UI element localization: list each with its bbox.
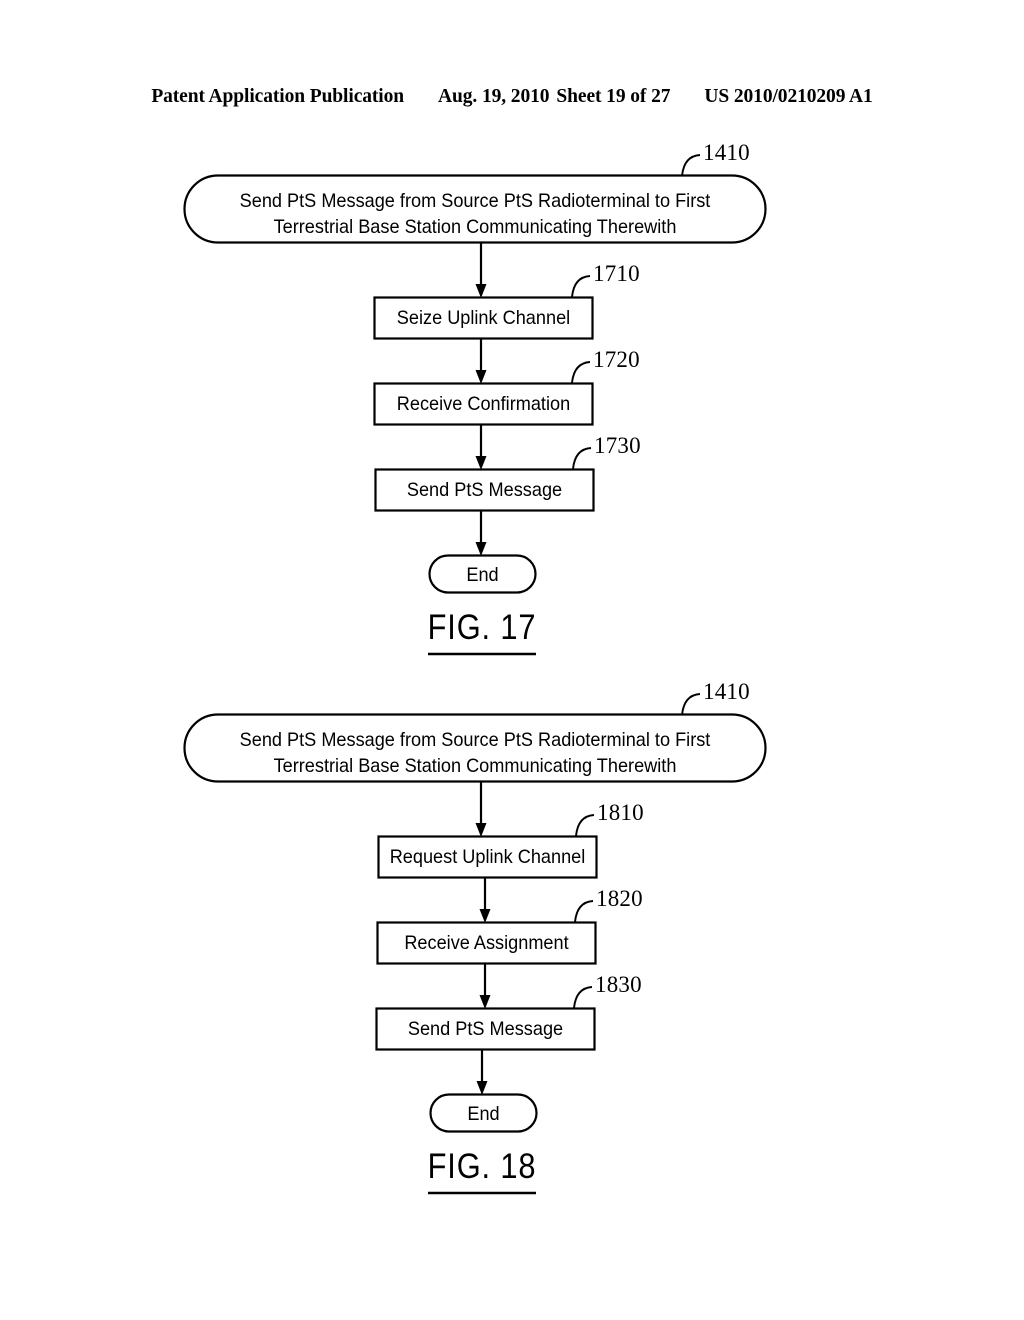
fig18-step2-leader xyxy=(574,900,594,923)
fig18-step2-ref: 1820 xyxy=(596,886,643,911)
figure-17: Send PtS Message from Source PtS Radiote… xyxy=(0,130,1024,675)
fig18-end-label: End xyxy=(467,1103,500,1125)
header-patent-number: US 2010/0210209 A1 xyxy=(704,86,873,107)
fig18-step2-label: Receive Assignment xyxy=(404,932,569,954)
header-publication-title: Patent Application Publication xyxy=(151,86,405,107)
fig17-end-label: End xyxy=(466,564,499,586)
fig17-step1-leader xyxy=(571,275,591,298)
header-date: Aug. 19, 2010 xyxy=(438,86,550,107)
fig18-arrowhead-3 xyxy=(479,995,491,1009)
figure-18: Send PtS Message from Source PtS Radiote… xyxy=(0,672,1024,1217)
fig17-step3-label: Send PtS Message xyxy=(406,479,563,501)
fig18-step1-leader xyxy=(575,814,595,837)
fig17-step2-ref: 1720 xyxy=(593,347,640,372)
fig17-step3-ref: 1730 xyxy=(594,433,641,458)
fig17-step2-leader xyxy=(571,361,591,384)
fig17-step3-leader xyxy=(572,447,592,470)
fig17-arrowhead-4 xyxy=(475,542,487,556)
fig18-step3-label: Send PtS Message xyxy=(407,1018,564,1040)
fig18-arrowhead-4 xyxy=(476,1081,488,1095)
fig17-start-label: Send PtS Message from Source PtS Radiote… xyxy=(239,190,711,238)
fig17-start-ref: 1410 xyxy=(703,140,750,165)
fig17-start-leader xyxy=(681,154,701,177)
fig18-arrowhead-1 xyxy=(475,823,487,837)
fig18-arrowhead-2 xyxy=(479,909,491,923)
fig18-step3-ref: 1830 xyxy=(595,972,642,997)
fig17-step1-ref: 1710 xyxy=(593,261,640,286)
fig17-arrowhead-1 xyxy=(475,284,487,298)
fig18-step1-ref: 1810 xyxy=(597,800,644,825)
header-sheet-number: Sheet 19 of 27 xyxy=(556,86,671,107)
fig18-start-ref: 1410 xyxy=(703,679,750,704)
fig17-step2-label: Receive Confirmation xyxy=(396,393,571,415)
fig18-start-label: Send PtS Message from Source PtS Radiote… xyxy=(239,729,711,777)
fig18-step1-label: Request Uplink Channel xyxy=(389,846,586,868)
fig17-step1-label: Seize Uplink Channel xyxy=(396,307,571,329)
fig17-caption: FIG. 17 xyxy=(427,608,537,647)
fig17-arrowhead-3 xyxy=(475,456,487,470)
fig18-caption: FIG. 18 xyxy=(427,1147,537,1186)
fig17-arrowhead-2 xyxy=(475,370,487,384)
fig18-step3-leader xyxy=(573,986,593,1009)
fig18-start-leader xyxy=(681,693,701,716)
page-header: Patent Application Publication Aug. 19, 2… xyxy=(0,86,1024,108)
